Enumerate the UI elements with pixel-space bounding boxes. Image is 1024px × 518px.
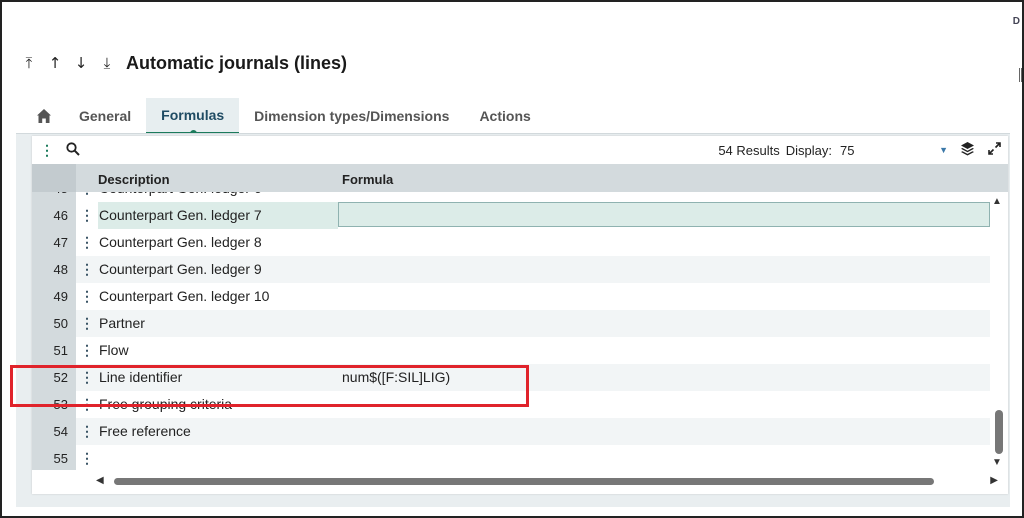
tab-general[interactable]: General [64,98,146,134]
formulas-grid: Description Formula 45 ⋮ Counterpart Gen… [32,164,1008,494]
row-menu-icon[interactable]: ⋮ [76,283,98,310]
search-icon[interactable] [66,141,82,159]
row-menu-icon[interactable]: ⋮ [76,418,98,445]
row-menu-icon[interactable]: ⋮ [76,445,98,470]
description-cell[interactable]: Counterpart Gen. ledger 10 [98,283,338,310]
layers-icon[interactable] [960,141,980,159]
vertical-scrollbar[interactable]: ▲ ▼ [990,192,1008,470]
description-cell[interactable] [98,445,338,470]
row-menu-icon[interactable]: ⋮ [76,310,98,337]
content-panel: ⋮ 54 Results Display: 75 ▼ Description F… [16,133,1010,507]
row-number: 54 [32,418,76,445]
description-cell[interactable]: Partner [98,310,338,337]
row-menu-icon[interactable]: ⋮ [76,202,98,229]
table-row[interactable]: 46 ⋮ Counterpart Gen. ledger 7 [32,202,990,229]
grid-toolbar-right: 54 Results Display: 75 ▼ [718,136,1008,164]
expand-icon[interactable] [988,142,1004,158]
next-record-icon[interactable]: ↓ [68,54,94,72]
row-menu-icon[interactable]: ⋮ [76,337,98,364]
display-label: Display: [785,142,832,158]
page-header: ⤒ ↑ ↓ ⤓ Automatic journals (lines) [16,48,347,78]
row-number: 50 [32,310,76,337]
table-row[interactable]: 45 ⋮ Counterpart Gen. ledger 6 [32,192,990,202]
column-header-description[interactable]: Description [98,172,170,187]
row-number: 55 [32,445,76,470]
description-cell[interactable]: Counterpart Gen. ledger 7 [98,202,338,229]
tab-actions[interactable]: Actions [464,98,545,134]
last-record-icon[interactable]: ⤓ [94,54,120,72]
window-edge-handle [1019,68,1022,82]
grid-header: Description Formula [32,164,1008,192]
vertical-scroll-thumb[interactable] [995,410,1003,454]
horizontal-scrollbar[interactable]: ◀ ▶ [90,472,998,490]
description-cell[interactable]: Free reference [98,418,338,445]
horizontal-scroll-thumb[interactable] [114,478,934,485]
corner-letter: D [1012,16,1020,27]
first-record-icon[interactable]: ⤒ [16,54,42,72]
table-row[interactable]: 47 ⋮ Counterpart Gen. ledger 8 [32,229,990,256]
row-number: 47 [32,229,76,256]
description-cell[interactable]: Counterpart Gen. ledger 9 [98,256,338,283]
row-number: 45 [32,192,76,202]
row-number: 48 [32,256,76,283]
tab-dimension-types[interactable]: Dimension types/Dimensions [239,98,464,134]
column-header-formula[interactable]: Formula [342,172,393,187]
tab-bar: General Formulas Dimension types/Dimensi… [26,98,546,137]
annotation-highlight-box [10,365,529,407]
home-icon [37,109,51,123]
tab-formulas[interactable]: Formulas [146,98,240,137]
row-number: 49 [32,283,76,310]
grid-toolbar: ⋮ 54 Results Display: 75 ▼ [32,136,1008,164]
caret-down-icon: ▼ [939,145,948,155]
tab-home[interactable] [26,98,64,134]
row-menu-icon[interactable]: ⋮ [76,256,98,283]
scroll-down-icon[interactable]: ▼ [992,457,1002,468]
display-select[interactable]: 75 ▼ [840,143,948,158]
row-number-header [32,164,76,192]
formulas-card: ⋮ 54 Results Display: 75 ▼ Description F… [32,136,1008,494]
previous-record-icon[interactable]: ↑ [42,54,68,72]
scroll-up-icon[interactable]: ▲ [992,196,1002,207]
table-row[interactable]: 48 ⋮ Counterpart Gen. ledger 9 [32,256,990,283]
scroll-left-icon[interactable]: ◀ [96,475,104,486]
description-cell[interactable]: Counterpart Gen. ledger 8 [98,229,338,256]
table-row[interactable]: 54 ⋮ Free reference [32,418,990,445]
page-title: Automatic journals (lines) [126,52,348,73]
description-cell[interactable]: Counterpart Gen. ledger 6 [98,192,338,202]
description-cell[interactable]: Flow [98,337,338,364]
row-menu-icon[interactable]: ⋮ [76,229,98,256]
grid-rows: 45 ⋮ Counterpart Gen. ledger 6 46 ⋮ Coun… [32,192,990,470]
scroll-right-icon[interactable]: ▶ [990,475,998,486]
table-row[interactable]: 49 ⋮ Counterpart Gen. ledger 10 [32,283,990,310]
table-row[interactable]: 55 ⋮ [32,445,990,470]
row-number: 51 [32,337,76,364]
row-menu-icon[interactable]: ⋮ [76,192,98,202]
table-row[interactable]: 50 ⋮ Partner [32,310,990,337]
display-value: 75 [840,142,855,158]
grid-menu-icon[interactable]: ⋮ [40,142,56,159]
row-number: 46 [32,202,76,229]
results-count: 54 Results [718,142,780,158]
formula-cell-editing[interactable] [338,202,990,227]
table-row[interactable]: 51 ⋮ Flow [32,337,990,364]
